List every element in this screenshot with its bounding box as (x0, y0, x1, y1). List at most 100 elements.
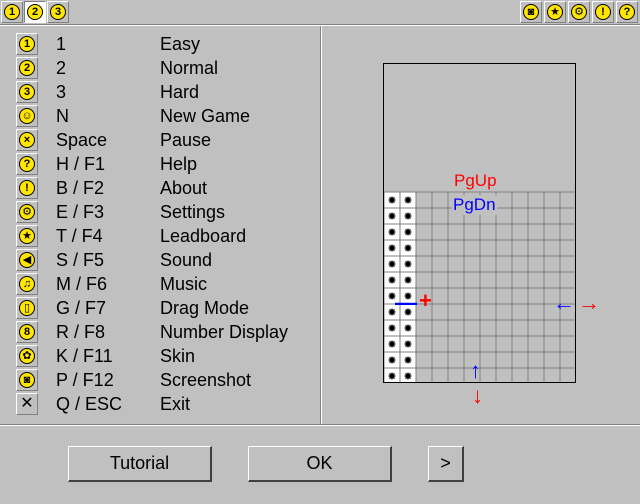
number-display-icon: 8 (19, 324, 35, 340)
mine-icon: ✸ (403, 258, 412, 271)
board-cell (511, 207, 529, 225)
board-cell (543, 351, 561, 369)
tutorial-button[interactable]: Tutorial (68, 446, 212, 482)
board-cell (447, 335, 465, 353)
shortcut-row: 3 3 Hard (14, 80, 314, 104)
shortcut-key: E / F3 (56, 202, 105, 222)
arrow-right-icon: → (578, 290, 600, 315)
board-cell (543, 207, 561, 225)
shortcut-key: N (56, 106, 69, 126)
board-cell (543, 255, 561, 273)
board-cell (415, 191, 433, 209)
mine-icon: ✸ (387, 242, 396, 255)
screenshot-button[interactable]: ◙ (520, 1, 542, 23)
board-cell (447, 239, 465, 257)
shortcut-action: New Game (160, 106, 251, 126)
board-cell (479, 367, 497, 382)
board-cell (495, 271, 513, 289)
board-cell (511, 271, 529, 289)
panel-divider (320, 26, 322, 424)
board-cell (495, 239, 513, 257)
board-cell (479, 239, 497, 257)
board-cell (447, 287, 465, 305)
shortcut-action: Leadboard (160, 226, 247, 246)
board-cell (543, 319, 561, 337)
board-cell (431, 351, 449, 369)
pgup-label: PgUp (454, 171, 497, 190)
shortcut-key: K / F11 (56, 346, 113, 366)
smiley-icon: ☺ (19, 108, 35, 124)
toolbar: 1 2 3 ◙ ★ ⚙ ! ? (0, 0, 640, 24)
shortcut-key: P / F12 (56, 370, 114, 390)
board-cell (559, 367, 575, 382)
board-cell (479, 303, 497, 321)
board-cell (463, 271, 481, 289)
difficulty-1-tab[interactable]: 1 (1, 1, 23, 23)
board-cell (511, 367, 529, 382)
shortcut-row: ⚙ E / F3 Settings (14, 200, 314, 224)
mine-icon: ✸ (403, 354, 412, 367)
help-button[interactable]: ? (616, 1, 638, 23)
board-cell (463, 303, 481, 321)
leaderboard-button[interactable]: ★ (544, 1, 566, 23)
board-cell (415, 207, 433, 225)
board-cell (479, 319, 497, 337)
exclamation-icon: ! (595, 4, 611, 20)
board-cell (543, 367, 561, 382)
about-button[interactable]: ! (592, 1, 614, 23)
shortcut-key: G / F7 (56, 298, 107, 318)
board-cell (495, 255, 513, 273)
mine-icon: ✸ (387, 322, 396, 335)
gear-icon: ⚙ (571, 4, 587, 20)
mine-icon: ✸ (387, 194, 396, 207)
shortcut-row: ♫ M / F6 Music (14, 272, 314, 296)
mouse-icon: ▯ (19, 300, 35, 316)
board-cell (479, 351, 497, 369)
board-cell (511, 319, 529, 337)
shortcut-key: Space (56, 130, 108, 150)
board-cell (511, 239, 529, 257)
board-cell (495, 207, 513, 225)
camera-icon: ◙ (523, 4, 539, 20)
mine-icon: ✸ (403, 274, 412, 287)
shortcut-icon-frame: 2 (16, 57, 38, 79)
board-cell (543, 335, 561, 353)
mine-icon: ✸ (387, 258, 396, 271)
settings-button[interactable]: ⚙ (568, 1, 590, 23)
board-cell (559, 271, 575, 289)
difficulty-2-tab[interactable]: 2 (24, 1, 46, 23)
board-cell (559, 223, 575, 241)
board-cell (511, 223, 529, 241)
board-cell (415, 239, 433, 257)
shortcut-action: Screenshot (160, 370, 252, 390)
board-cell (527, 351, 545, 369)
board-cell (495, 319, 513, 337)
ok-button[interactable]: OK (248, 446, 392, 482)
board-cell (511, 255, 529, 273)
board-cell (431, 255, 449, 273)
mine-icon: ✸ (403, 338, 412, 351)
next-button[interactable]: > (428, 446, 464, 482)
board-cell (495, 351, 513, 369)
board-cell (527, 335, 545, 353)
board-cell (527, 239, 545, 257)
board-cell (527, 255, 545, 273)
board-cell (543, 239, 561, 257)
board-cell (447, 271, 465, 289)
shortcut-row: ☺ N New Game (14, 104, 314, 128)
board-cell (527, 287, 545, 305)
mine-icon: ✸ (387, 338, 396, 351)
difficulty-3-tab[interactable]: 3 (47, 1, 69, 23)
board-cell (447, 319, 465, 337)
board-cell (415, 223, 433, 241)
board-cell (559, 319, 575, 337)
shortcut-action: Help (160, 154, 198, 174)
shortcut-key: T / F4 (56, 226, 103, 246)
pause-face-icon: × (19, 132, 35, 148)
shortcut-action: Settings (160, 202, 226, 222)
board-cell (431, 367, 449, 382)
board-cell (415, 255, 433, 273)
board-cell (511, 351, 529, 369)
pgdn-label: PgDn (452, 195, 497, 215)
mine-icon: ✸ (387, 274, 396, 287)
